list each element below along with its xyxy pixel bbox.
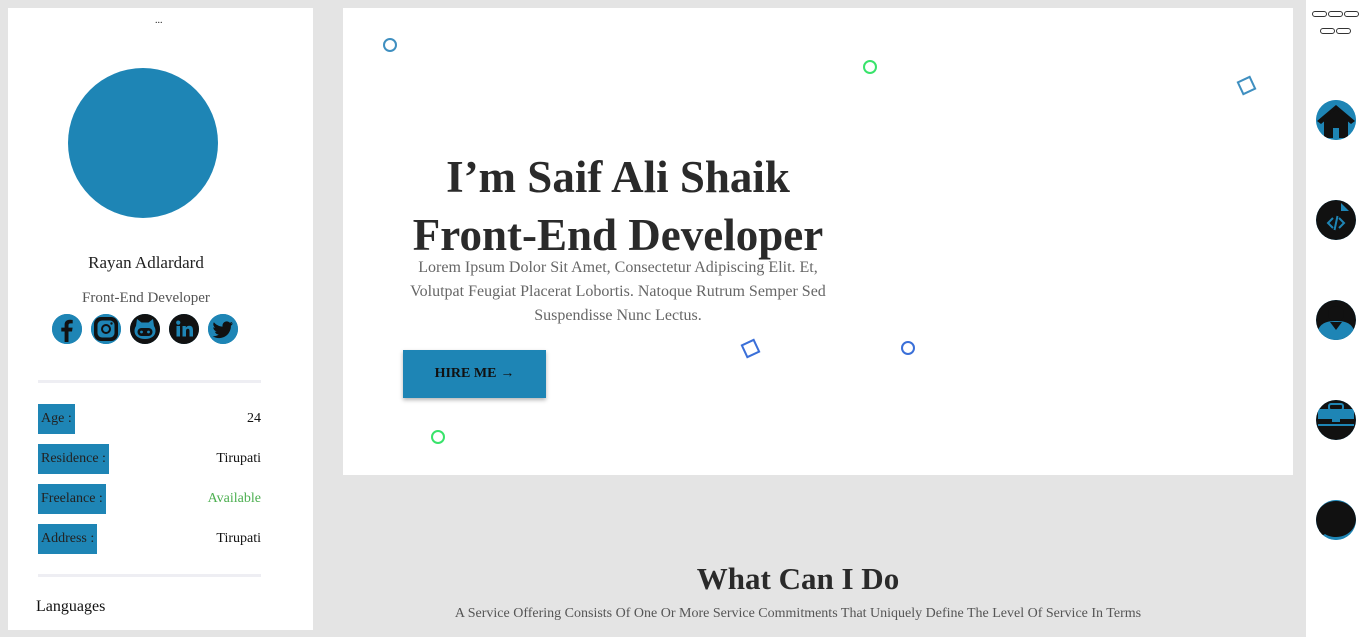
menu-toggle-icon[interactable]: [1344, 11, 1359, 17]
hero-title: I’m Saif Ali Shaik Front-End Developer: [383, 148, 853, 264]
twitter-icon[interactable]: [208, 314, 238, 344]
profile-sidebar: ... Rayan Adlardard Front-End Developer …: [8, 8, 313, 630]
chat-icon[interactable]: [1316, 500, 1356, 540]
info-label: Freelance :: [38, 484, 106, 514]
linkedin-icon[interactable]: [169, 314, 199, 344]
avatar: [68, 68, 218, 218]
decorative-square: [740, 338, 761, 359]
github-icon[interactable]: [130, 314, 160, 344]
menu-toggle-icon[interactable]: [1312, 11, 1327, 17]
languages-heading: Languages: [36, 598, 106, 615]
briefcase-icon[interactable]: [1316, 400, 1356, 440]
menu-toggle-icon[interactable]: [1328, 11, 1343, 17]
hire-me-button[interactable]: HIRE ME →: [403, 350, 546, 398]
menu-toggle-icon[interactable]: [1336, 28, 1351, 34]
arrow-right-icon: →: [500, 366, 515, 381]
hero-greeting: I’m Saif Ali Shaik: [446, 152, 790, 202]
services-title: What Can I Do: [696, 561, 900, 596]
hire-me-label: HIRE ME: [434, 366, 497, 381]
instagram-icon[interactable]: [91, 314, 121, 344]
info-row-residence: Residence : Tirupati: [38, 444, 261, 474]
menu-toggle-icon[interactable]: [1320, 28, 1335, 34]
info-row-freelance: Freelance : Available: [38, 484, 261, 514]
facebook-icon[interactable]: [52, 314, 82, 344]
hero-description: Lorem Ipsum Dolor Sit Amet, Consectetur …: [410, 259, 826, 324]
decorative-circle: [431, 430, 445, 444]
menu-dots-icon[interactable]: ...: [155, 16, 163, 26]
user-icon[interactable]: [1316, 300, 1356, 340]
info-label: Residence :: [38, 444, 109, 474]
hero-section: I’m Saif Ali Shaik Front-End Developer L…: [343, 8, 1293, 475]
home-icon[interactable]: [1316, 100, 1356, 140]
social-links: [52, 314, 238, 344]
decorative-square: [1236, 75, 1257, 96]
profile-role: Front-End Developer: [82, 290, 210, 306]
services-description: A Service Offering Consists Of One Or Mo…: [454, 606, 1142, 621]
code-file-icon[interactable]: [1316, 200, 1356, 240]
info-label: Age :: [38, 404, 75, 434]
profile-name: Rayan Adlardard: [88, 253, 204, 272]
decorative-circle: [901, 341, 915, 355]
info-value: Tirupati: [216, 531, 261, 546]
info-value: 24: [247, 411, 261, 426]
decorative-circle: [863, 60, 877, 74]
decorative-circle: [383, 38, 397, 52]
info-value: Tirupati: [216, 451, 261, 466]
divider: [38, 380, 261, 383]
info-label: Address :: [38, 524, 98, 554]
right-nav: [1306, 0, 1366, 637]
freelance-status: Available: [207, 491, 261, 506]
divider: [38, 574, 261, 577]
info-row-age: Age : 24: [38, 404, 261, 434]
info-row-address: Address : Tirupati: [38, 524, 261, 554]
